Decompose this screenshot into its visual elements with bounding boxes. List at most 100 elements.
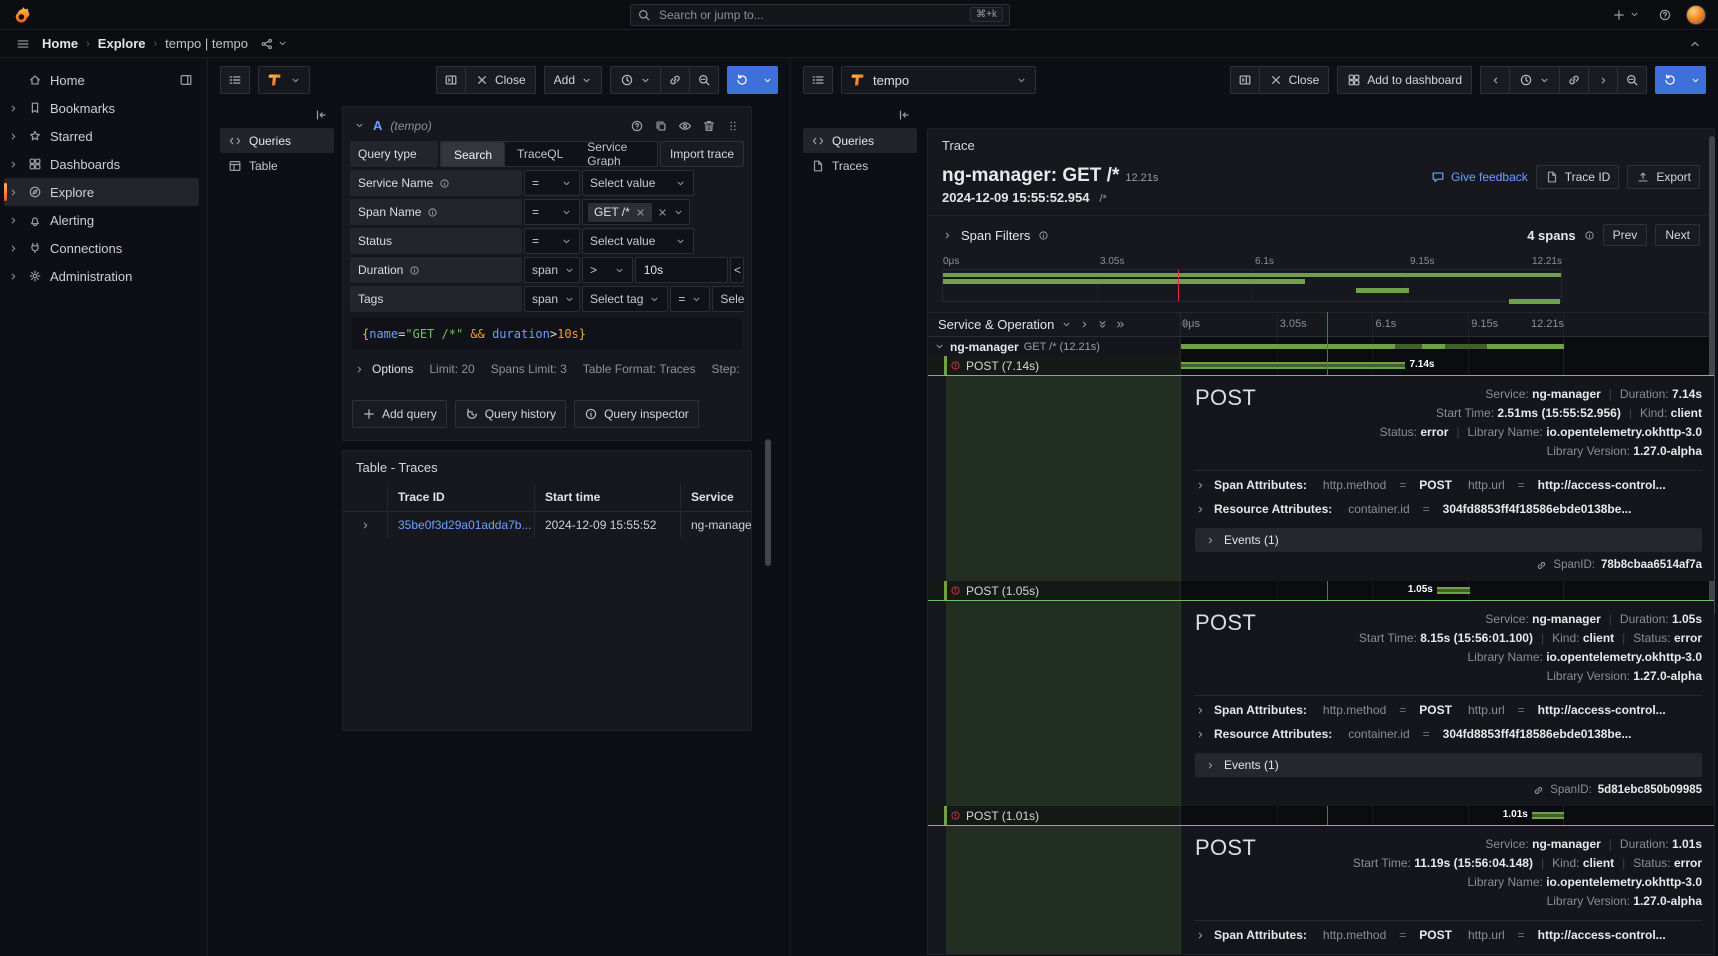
time-shift-back-button[interactable]	[1480, 66, 1510, 94]
column-drag-handle[interactable]: ‖	[1183, 319, 1188, 331]
close-pane-button-left[interactable]: Close	[465, 66, 536, 94]
collapse-toolbar-button[interactable]	[1684, 32, 1706, 56]
collapse-sidebar-icon[interactable]	[314, 108, 328, 122]
expand-icon[interactable]	[8, 271, 19, 282]
collapse-children-icon[interactable]	[934, 341, 945, 352]
query-outline-button[interactable]	[220, 66, 250, 94]
close-pane-button-right[interactable]: Close	[1259, 66, 1330, 94]
query-help-icon[interactable]	[630, 119, 644, 133]
split-pane-button[interactable]	[436, 66, 466, 94]
tags-operator-select[interactable]: =	[670, 286, 710, 312]
resource-attributes-accordion[interactable]: Resource Attributes:container.id=304fd88…	[1195, 722, 1702, 746]
minimap-area[interactable]	[942, 269, 1562, 302]
import-trace-button[interactable]: Import trace	[660, 141, 744, 167]
events-accordion[interactable]: Events (1)	[1195, 753, 1702, 777]
span-attributes-accordion[interactable]: Span Attributes:http.method=POSThttp.url…	[1195, 473, 1702, 497]
next-span-button[interactable]: Next	[1655, 224, 1700, 246]
share-shortlink-button[interactable]	[256, 32, 292, 56]
query-type-search[interactable]: Search	[441, 142, 505, 167]
mega-menu-toggle[interactable]	[12, 32, 34, 56]
span-row[interactable]: POST (1.01s) 1.01s	[928, 806, 1714, 825]
collapse-sidebar-icon[interactable]	[897, 108, 911, 122]
datasource-picker-left[interactable]	[258, 66, 310, 94]
column-header-start-time[interactable]: Start time	[534, 483, 680, 511]
collapse-query-icon[interactable]	[354, 120, 365, 131]
split-pane-button[interactable]	[1230, 66, 1260, 94]
add-button[interactable]: Add	[544, 66, 602, 94]
double-chevron-down-icon[interactable]	[1097, 319, 1108, 330]
span-row[interactable]: POST (1.05s) 1.05s	[928, 581, 1714, 600]
span-filters-label[interactable]: Span Filters	[961, 228, 1030, 243]
sidebar-item-bookmarks[interactable]: Bookmarks	[4, 94, 199, 122]
sidebar-item-administration[interactable]: Administration	[4, 262, 199, 290]
time-picker-right[interactable]	[1509, 66, 1560, 94]
span-bar[interactable]	[1181, 344, 1564, 349]
resource-attributes-accordion[interactable]: Resource Attributes:container.id=304fd88…	[1195, 497, 1702, 521]
span-name-value-select[interactable]: GET /*	[582, 199, 690, 225]
events-accordion[interactable]: Events (1)	[1195, 528, 1702, 552]
duration-value-input[interactable]: 10s	[635, 257, 728, 283]
chevron-right-icon[interactable]	[1079, 319, 1090, 330]
refresh-button-right[interactable]	[1655, 66, 1685, 94]
query-outline-button[interactable]	[803, 66, 833, 94]
expand-icon[interactable]	[8, 131, 19, 142]
sidebar-item-dashboards[interactable]: Dashboards	[4, 150, 199, 178]
sidebar-item-starred[interactable]: Starred	[4, 122, 199, 150]
right-tab-queries[interactable]: Queries	[803, 128, 917, 153]
span-row-parent[interactable]: ng-managerGET /* (12.21s)	[928, 337, 1714, 356]
left-tab-table[interactable]: Table	[220, 153, 334, 178]
help-button[interactable]	[1654, 3, 1676, 27]
expand-icon[interactable]	[8, 187, 19, 198]
span-id-row[interactable]: SpanID: 5d81ebc850b09985	[1195, 784, 1702, 796]
trace-id-link[interactable]: 35be0f3d29a01adda7b...	[387, 512, 534, 538]
double-chevron-right-icon[interactable]	[1115, 319, 1126, 330]
resource-attributes-accordion[interactable]: Resource Attributes:container.id=304fd88…	[1195, 947, 1702, 955]
datasource-picker-right[interactable]: tempo	[841, 66, 1036, 94]
query-ref-id[interactable]: A	[373, 118, 382, 133]
add-query-button[interactable]: Add query	[352, 400, 447, 428]
expand-icon[interactable]	[8, 159, 19, 170]
tags-key-select[interactable]: Select tag	[582, 286, 668, 312]
span-attributes-accordion[interactable]: Span Attributes:http.method=POSThttp.url…	[1195, 923, 1702, 947]
span-name-chip[interactable]: GET /*	[588, 203, 652, 222]
sidebar-item-home[interactable]: Home	[4, 66, 199, 94]
expand-icon[interactable]	[8, 103, 19, 114]
duration-operator-select[interactable]: >	[582, 257, 633, 283]
scrollbar-thumb[interactable]	[765, 439, 771, 566]
remove-chip-icon[interactable]	[635, 207, 646, 218]
avatar[interactable]	[1686, 5, 1706, 25]
sidebar-item-connections[interactable]: Connections	[4, 234, 199, 262]
span-id-row[interactable]: SpanID: 78b8cbaa6514af7a	[1195, 559, 1702, 571]
trace-minimap[interactable]: 0μs3.05s6.1s9.15s12.21s	[942, 256, 1562, 302]
zoom-out-button-right[interactable]	[1617, 66, 1647, 94]
add-to-dashboard-button[interactable]: Add to dashboard	[1337, 66, 1472, 94]
expand-icon[interactable]	[8, 215, 19, 226]
dock-sidebar-icon[interactable]	[179, 73, 193, 87]
sidebar-item-explore[interactable]: Explore	[4, 178, 199, 206]
chevron-right-icon[interactable]	[942, 230, 953, 241]
duplicate-query-icon[interactable]	[654, 119, 668, 133]
link-time-button-right[interactable]	[1559, 66, 1589, 94]
span-row[interactable]: POST (7.14s) 7.14s	[928, 356, 1714, 375]
expand-icon[interactable]	[8, 243, 19, 254]
right-tab-traces[interactable]: Traces	[803, 153, 917, 178]
span-bar[interactable]	[1532, 812, 1564, 819]
left-tab-queries[interactable]: Queries	[220, 128, 334, 153]
panel-title[interactable]: Trace	[928, 129, 1714, 157]
tags-value-select[interactable]: Select va	[712, 286, 744, 312]
query-inspector-button[interactable]: Query inspector	[574, 400, 699, 428]
export-button[interactable]: Export	[1627, 165, 1700, 189]
span-bar[interactable]	[1181, 362, 1405, 369]
sidebar-item-alerting[interactable]: Alerting	[4, 206, 199, 234]
span-attributes-accordion[interactable]: Span Attributes:http.method=POSThttp.url…	[1195, 698, 1702, 722]
column-header-trace-id[interactable]: Trace ID	[387, 483, 534, 511]
status-operator-select[interactable]: =	[524, 228, 580, 254]
breadcrumb-explore[interactable]: Explore	[98, 36, 146, 51]
give-feedback-link[interactable]: Give feedback	[1431, 170, 1528, 184]
refresh-button-left[interactable]	[727, 66, 757, 94]
column-header-service[interactable]: Service	[680, 483, 751, 511]
query-options-row[interactable]: Options Limit: 20Spans Limit: 3Table For…	[350, 350, 744, 390]
service-name-value-select[interactable]: Select value	[582, 170, 694, 196]
search-input[interactable]: Search or jump to... ⌘+k	[630, 4, 1010, 26]
time-picker-left[interactable]	[610, 66, 661, 94]
